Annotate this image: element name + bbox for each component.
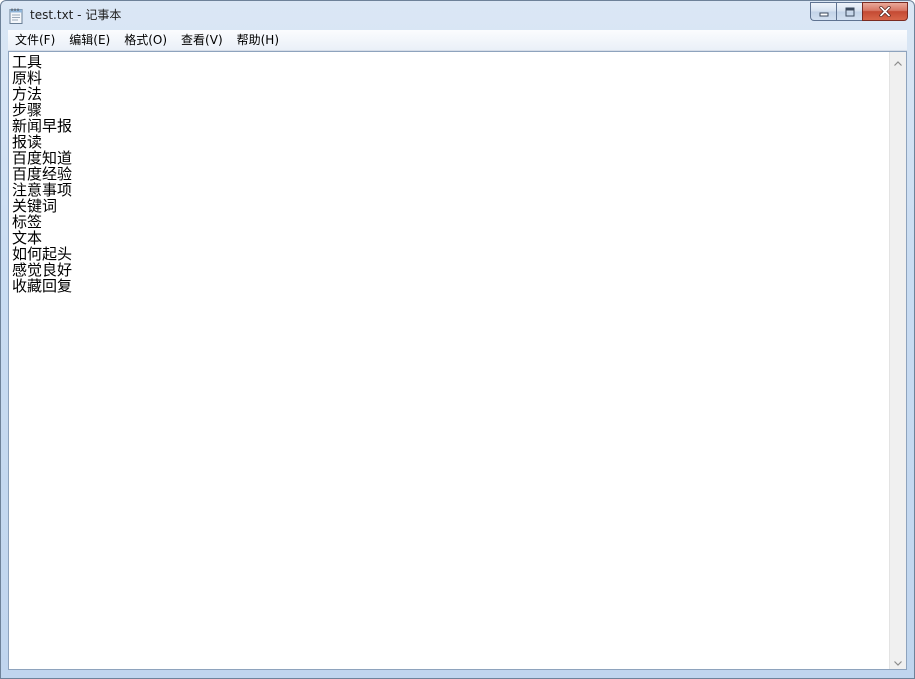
menu-help[interactable]: 帮助(H)	[230, 31, 286, 49]
text-line: 注意事项	[12, 181, 73, 199]
document-text[interactable]: 工具 原料 方法 步骤 新闻早报 报读 百度知道 百度经验 注意事项 关键词 标…	[12, 54, 888, 669]
vertical-scrollbar[interactable]	[889, 52, 906, 669]
notepad-window: test.txt - 记事本 文件(F) 编辑(E) 格式(O) 查看(V) 帮…	[0, 0, 915, 679]
text-line: 标签	[12, 213, 43, 231]
minimize-button[interactable]	[810, 2, 836, 21]
window-title: test.txt - 记事本	[30, 8, 122, 22]
text-line: 文本	[12, 229, 43, 247]
close-button[interactable]	[862, 2, 908, 21]
scroll-down-button[interactable]	[890, 652, 906, 669]
scroll-up-arrow-icon	[894, 51, 902, 70]
menu-bar: 文件(F) 编辑(E) 格式(O) 查看(V) 帮助(H)	[8, 30, 907, 51]
title-bar[interactable]: test.txt - 记事本	[1, 1, 914, 30]
text-line: 百度知道	[12, 149, 73, 167]
text-line: 步骤	[12, 101, 43, 119]
text-line: 原料	[12, 69, 43, 87]
text-line: 关键词	[12, 197, 58, 215]
text-editor[interactable]: 工具 原料 方法 步骤 新闻早报 报读 百度知道 百度经验 注意事项 关键词 标…	[8, 51, 907, 670]
text-line: 新闻早报	[12, 117, 73, 135]
menu-format[interactable]: 格式(O)	[117, 31, 174, 49]
scroll-up-button[interactable]	[890, 52, 906, 69]
scroll-down-arrow-icon	[894, 651, 902, 670]
text-line: 收藏回复	[12, 277, 73, 295]
menu-file[interactable]: 文件(F)	[8, 31, 62, 49]
close-icon	[879, 2, 891, 21]
menu-view[interactable]: 查看(V)	[174, 31, 230, 49]
text-line: 百度经验	[12, 165, 73, 183]
text-line: 感觉良好	[12, 261, 73, 279]
text-line: 报读	[12, 133, 43, 151]
maximize-button[interactable]	[836, 2, 862, 21]
text-line: 如何起头	[12, 245, 73, 263]
menu-edit[interactable]: 编辑(E)	[62, 31, 117, 49]
maximize-icon	[845, 2, 855, 21]
text-line: 工具	[12, 54, 43, 71]
minimize-icon	[819, 2, 829, 21]
caption-buttons	[810, 2, 908, 21]
text-line: 方法	[12, 85, 43, 103]
notepad-icon[interactable]	[9, 8, 23, 24]
